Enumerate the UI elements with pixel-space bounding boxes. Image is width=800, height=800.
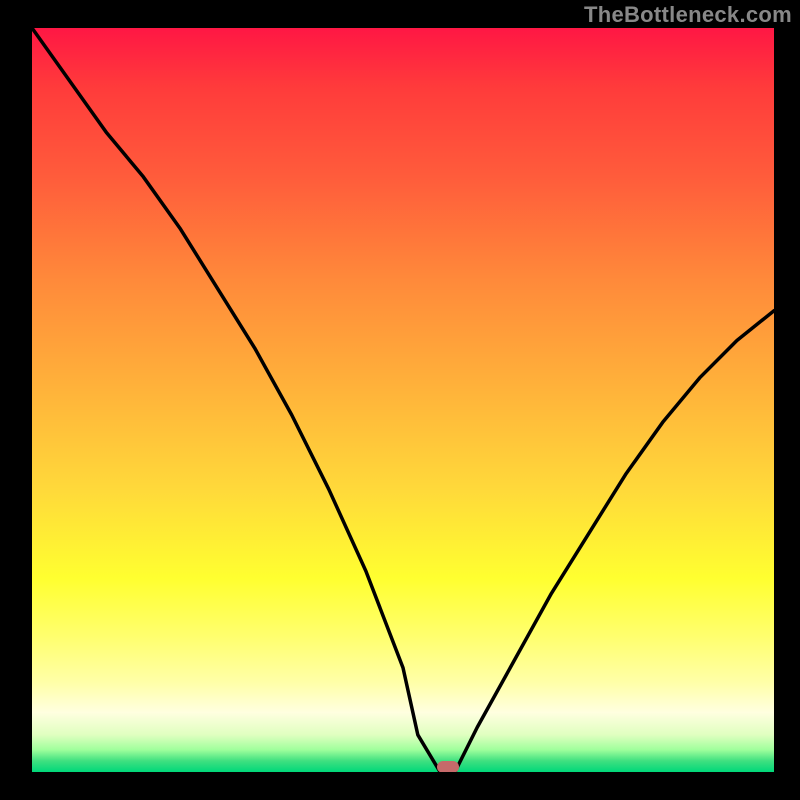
plot-area	[32, 28, 774, 772]
watermark-text: TheBottleneck.com	[584, 2, 792, 28]
bottleneck-curve	[32, 28, 774, 772]
chart-frame: TheBottleneck.com	[0, 0, 800, 800]
optimum-marker	[437, 761, 459, 772]
curve-path	[32, 28, 774, 772]
